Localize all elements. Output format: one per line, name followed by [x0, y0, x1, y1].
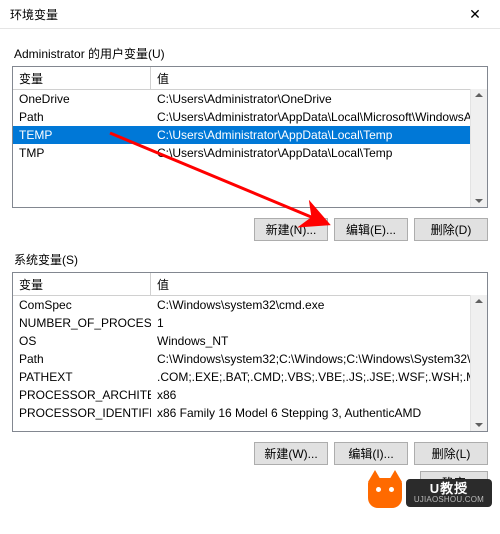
- table-row[interactable]: OneDriveC:\Users\Administrator\OneDrive: [13, 90, 487, 108]
- system-vars-header: 变量 值: [13, 273, 487, 296]
- user-delete-button[interactable]: 删除(D): [414, 218, 488, 241]
- var-name-cell: TEMP: [13, 128, 151, 142]
- var-value-cell: C:\Windows\system32\cmd.exe: [151, 298, 487, 312]
- table-row[interactable]: PathC:\Windows\system32;C:\Windows;C:\Wi…: [13, 350, 487, 368]
- user-edit-button[interactable]: 编辑(E)...: [334, 218, 408, 241]
- dialog-buttons: 确定: [12, 471, 488, 494]
- system-new-button[interactable]: 新建(W)...: [254, 442, 328, 465]
- user-col-value-header[interactable]: 值: [151, 67, 487, 89]
- window-title: 环境变量: [10, 6, 58, 23]
- var-value-cell: x86: [151, 388, 487, 402]
- system-col-value-header[interactable]: 值: [151, 273, 487, 295]
- var-name-cell: PATHEXT: [13, 370, 151, 384]
- var-value-cell: C:\Windows\system32;C:\Windows;C:\Window…: [151, 352, 487, 366]
- var-name-cell: NUMBER_OF_PROCESSORS: [13, 316, 151, 330]
- title-bar: 环境变量 ✕: [0, 0, 500, 29]
- var-name-cell: Path: [13, 110, 151, 124]
- user-vars-header: 变量 值: [13, 67, 487, 90]
- table-row[interactable]: OSWindows_NT: [13, 332, 487, 350]
- var-name-cell: PROCESSOR_ARCHITECT...: [13, 388, 151, 402]
- table-row[interactable]: PathC:\Users\Administrator\AppData\Local…: [13, 108, 487, 126]
- table-row[interactable]: TEMPC:\Users\Administrator\AppData\Local…: [13, 126, 487, 144]
- system-vars-body: ComSpecC:\Windows\system32\cmd.exeNUMBER…: [13, 296, 487, 422]
- var-value-cell: C:\Users\Administrator\AppData\Local\Tem…: [151, 146, 487, 160]
- var-value-cell: x86 Family 16 Model 6 Stepping 3, Authen…: [151, 406, 487, 420]
- system-vars-table[interactable]: 变量 值 ComSpecC:\Windows\system32\cmd.exeN…: [12, 272, 488, 432]
- var-value-cell: C:\Users\Administrator\AppData\Local\Mic…: [151, 110, 487, 124]
- user-col-name-header[interactable]: 变量: [13, 67, 151, 89]
- user-vars-table[interactable]: 变量 值 OneDriveC:\Users\Administrator\OneD…: [12, 66, 488, 208]
- user-vars-label: Administrator 的用户变量(U): [14, 45, 488, 62]
- var-value-cell: 1: [151, 316, 487, 330]
- table-row[interactable]: ComSpecC:\Windows\system32\cmd.exe: [13, 296, 487, 314]
- user-new-button[interactable]: 新建(N)...: [254, 218, 328, 241]
- ok-button[interactable]: 确定: [420, 471, 488, 494]
- var-name-cell: PROCESSOR_IDENTIFIER: [13, 406, 151, 420]
- var-value-cell: C:\Users\Administrator\AppData\Local\Tem…: [151, 128, 487, 142]
- vertical-scrollbar[interactable]: [470, 89, 487, 207]
- var-name-cell: TMP: [13, 146, 151, 160]
- dialog-content: Administrator 的用户变量(U) 变量 值 OneDriveC:\U…: [0, 29, 500, 502]
- var-name-cell: OS: [13, 334, 151, 348]
- user-vars-body: OneDriveC:\Users\Administrator\OneDriveP…: [13, 90, 487, 162]
- close-button[interactable]: ✕: [454, 0, 496, 28]
- table-row[interactable]: PROCESSOR_ARCHITECT...x86: [13, 386, 487, 404]
- var-name-cell: Path: [13, 352, 151, 366]
- var-value-cell: .COM;.EXE;.BAT;.CMD;.VBS;.VBE;.JS;.JSE;.…: [151, 370, 487, 384]
- close-icon: ✕: [469, 6, 481, 23]
- table-row[interactable]: TMPC:\Users\Administrator\AppData\Local\…: [13, 144, 487, 162]
- table-row[interactable]: PATHEXT.COM;.EXE;.BAT;.CMD;.VBS;.VBE;.JS…: [13, 368, 487, 386]
- table-row[interactable]: PROCESSOR_IDENTIFIERx86 Family 16 Model …: [13, 404, 487, 422]
- var-name-cell: OneDrive: [13, 92, 151, 106]
- vertical-scrollbar[interactable]: [470, 295, 487, 431]
- var-value-cell: C:\Users\Administrator\OneDrive: [151, 92, 487, 106]
- var-value-cell: Windows_NT: [151, 334, 487, 348]
- user-vars-buttons: 新建(N)... 编辑(E)... 删除(D): [12, 218, 488, 241]
- system-delete-button[interactable]: 删除(L): [414, 442, 488, 465]
- table-row[interactable]: NUMBER_OF_PROCESSORS1: [13, 314, 487, 332]
- system-vars-label: 系统变量(S): [14, 251, 488, 268]
- system-edit-button[interactable]: 编辑(I)...: [334, 442, 408, 465]
- system-vars-buttons: 新建(W)... 编辑(I)... 删除(L): [12, 442, 488, 465]
- var-name-cell: ComSpec: [13, 298, 151, 312]
- system-col-name-header[interactable]: 变量: [13, 273, 151, 295]
